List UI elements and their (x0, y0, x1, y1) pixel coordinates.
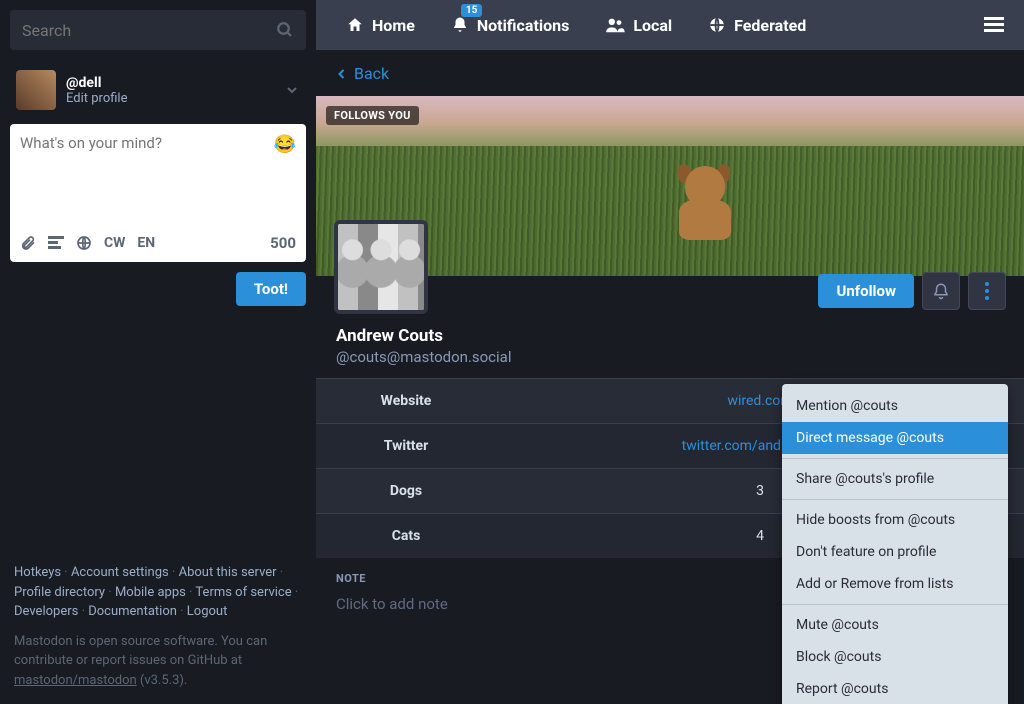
footer-link[interactable]: Terms of service (195, 585, 291, 600)
compose-input[interactable] (20, 134, 274, 224)
menu-item[interactable]: Hide boosts from @couts (782, 504, 1008, 536)
current-user-row[interactable]: @dell Edit profile (10, 66, 306, 124)
footer-link[interactable]: About this server (179, 565, 277, 580)
hamburger-icon[interactable] (978, 17, 1010, 33)
footer-link[interactable]: Developers (14, 604, 78, 619)
notif-badge: 15 (461, 4, 482, 17)
back-link[interactable]: Back (336, 64, 389, 83)
globe-icon[interactable] (76, 235, 92, 251)
top-nav: Home 15 Notifications Local Federated (316, 0, 1024, 50)
field-label: Twitter (316, 424, 496, 468)
dots-vertical-icon (985, 282, 989, 300)
menu-separator (782, 604, 1008, 605)
menu-item[interactable]: Share @couts's profile (782, 463, 1008, 495)
nav-notifications[interactable]: 15 Notifications (435, 0, 586, 50)
display-name: Andrew Couts (336, 326, 1004, 346)
footer-link[interactable]: Mobile apps (115, 585, 186, 600)
user-handle: @dell (66, 75, 274, 91)
users-icon (605, 17, 625, 33)
chevron-left-icon (336, 66, 348, 82)
toot-button[interactable]: Toot! (236, 272, 306, 306)
footer-link[interactable]: Documentation (88, 604, 177, 619)
field-label: Cats (316, 514, 496, 558)
edit-profile-link[interactable]: Edit profile (66, 91, 274, 106)
profile-handle: @couts@mastodon.social (336, 348, 1004, 366)
menu-item[interactable]: Add or Remove from lists (782, 568, 1008, 600)
menu-separator (782, 458, 1008, 459)
menu-item[interactable]: Report @couts (782, 673, 1008, 704)
globe-icon (708, 16, 726, 34)
search-icon (276, 21, 294, 39)
profile-header: FOLLOWS YOU Unfollow Andrew (316, 96, 1024, 378)
profile-avatar[interactable] (334, 220, 428, 314)
footer-link[interactable]: Profile directory (14, 585, 105, 600)
more-options-button[interactable] (968, 272, 1006, 310)
nav-home[interactable]: Home (330, 0, 431, 50)
notify-bell-button[interactable] (922, 272, 960, 310)
home-icon (346, 16, 364, 34)
compose-box: 😂 CW EN 500 (10, 124, 306, 262)
poll-icon[interactable] (48, 236, 64, 250)
nav-local[interactable]: Local (589, 0, 688, 50)
footer-link[interactable]: Hotkeys (14, 565, 61, 580)
follows-you-badge: FOLLOWS YOU (326, 106, 419, 125)
left-sidebar: @dell Edit profile 😂 (0, 0, 316, 704)
menu-item[interactable]: Block @couts (782, 641, 1008, 673)
char-count: 500 (270, 234, 296, 252)
search-box[interactable] (10, 10, 306, 50)
attach-icon[interactable] (20, 235, 36, 251)
emoji-picker-icon[interactable]: 😂 (274, 134, 296, 155)
field-label: Dogs (316, 469, 496, 513)
field-label: Website (316, 379, 496, 423)
footer-link[interactable]: Logout (187, 604, 228, 619)
menu-item[interactable]: Don't feature on profile (782, 536, 1008, 568)
chevron-down-icon[interactable] (284, 82, 300, 98)
oss-note: Mastodon is open source software. You ca… (14, 632, 302, 691)
footer-links: Hotkeys · Account settings · About this … (14, 563, 302, 622)
menu-item[interactable]: Direct message @couts (782, 422, 1008, 454)
repo-link[interactable]: mastodon/mastodon (14, 673, 137, 688)
search-input[interactable] (22, 21, 276, 40)
avatar (16, 70, 56, 110)
menu-item[interactable]: Mention @couts (782, 390, 1008, 422)
cw-toggle[interactable]: CW (104, 235, 125, 251)
bell-icon (451, 16, 469, 34)
nav-federated[interactable]: Federated (692, 0, 822, 50)
lang-toggle[interactable]: EN (137, 235, 155, 251)
menu-item[interactable]: Mute @couts (782, 609, 1008, 641)
footer: Hotkeys · Account settings · About this … (10, 563, 306, 704)
profile-more-menu: Mention @coutsDirect message @couts Share… (782, 384, 1008, 704)
footer-link[interactable]: Account settings (71, 565, 169, 580)
menu-separator (782, 499, 1008, 500)
unfollow-button[interactable]: Unfollow (818, 274, 914, 308)
